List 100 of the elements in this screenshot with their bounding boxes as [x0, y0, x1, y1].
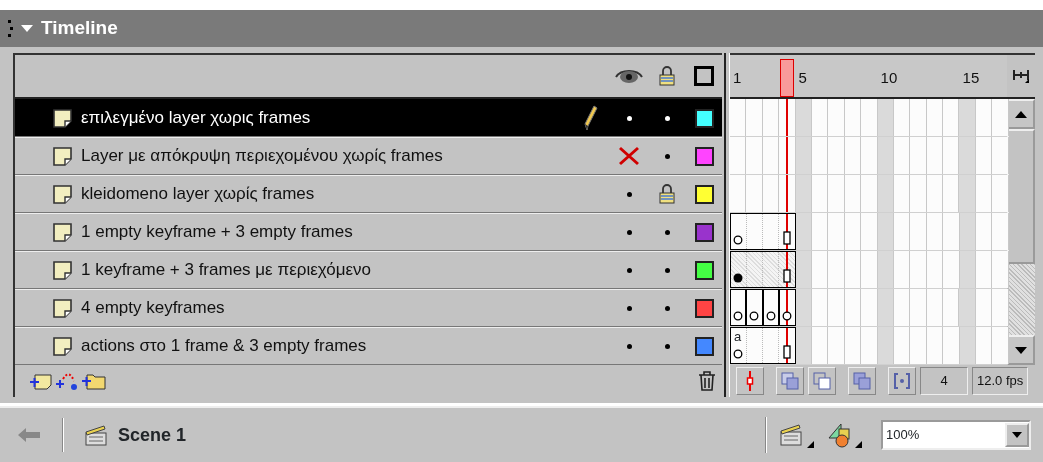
frame-span[interactable]: a: [730, 327, 796, 364]
frame-cell[interactable]: [779, 137, 796, 174]
eye-icon[interactable]: [615, 68, 643, 84]
scroll-down-button[interactable]: [1007, 335, 1035, 365]
frame-cell[interactable]: [992, 175, 1009, 212]
frame-cell[interactable]: [746, 99, 763, 136]
unlocked-dot[interactable]: [664, 229, 670, 235]
lock-icon[interactable]: [659, 66, 675, 86]
outline-color-swatch[interactable]: [694, 108, 714, 128]
visible-dot[interactable]: [626, 343, 632, 349]
frame-cell[interactable]: [861, 289, 878, 326]
frame-cell[interactable]: [943, 289, 960, 326]
frame-cell[interactable]: [861, 213, 878, 250]
frame-cell[interactable]: [828, 175, 845, 212]
motion-guide-icon[interactable]: [55, 371, 79, 391]
frame-cell[interactable]: [943, 327, 960, 364]
outline-icon[interactable]: [694, 66, 714, 86]
frame-cell[interactable]: [959, 137, 976, 174]
frame-cell[interactable]: [959, 175, 976, 212]
outline-color-swatch[interactable]: [694, 298, 714, 318]
frame-cell[interactable]: [910, 251, 927, 288]
visible-dot[interactable]: [626, 229, 632, 235]
frame-cell[interactable]: [861, 99, 878, 136]
frame-cell[interactable]: [992, 137, 1009, 174]
outline-color-swatch[interactable]: [694, 222, 714, 242]
frame-cell[interactable]: [828, 289, 845, 326]
edit-multiple-frames-button[interactable]: [848, 367, 876, 395]
frame-cell[interactable]: [828, 99, 845, 136]
collapse-arrow-icon[interactable]: [21, 24, 33, 33]
frame-cell[interactable]: [992, 289, 1009, 326]
frame-cell[interactable]: [992, 99, 1009, 136]
scroll-up-button[interactable]: [1007, 99, 1035, 129]
frame-span[interactable]: [730, 213, 796, 250]
visible-dot[interactable]: [626, 115, 632, 121]
frame-cell[interactable]: [943, 251, 960, 288]
frame-cell[interactable]: [779, 99, 796, 136]
frame-cell[interactable]: [910, 99, 927, 136]
frame-cell[interactable]: [943, 213, 960, 250]
onion-markers-button[interactable]: [888, 367, 916, 395]
frame-cell[interactable]: [730, 99, 747, 136]
hidden-x-icon[interactable]: [618, 146, 640, 166]
layer-row[interactable]: επιλεγμένο layer χωρις frames: [15, 99, 722, 137]
unlocked-dot[interactable]: [664, 305, 670, 311]
frame-span[interactable]: [746, 289, 763, 326]
unlocked-dot[interactable]: [664, 343, 670, 349]
outline-color-swatch[interactable]: [694, 336, 714, 356]
frame-cell[interactable]: [910, 289, 927, 326]
playhead[interactable]: [780, 59, 795, 97]
frame-cell[interactable]: [861, 327, 878, 364]
layer-row[interactable]: Layer με απόκρυψη περιεχομένου χωρίς frames: [15, 137, 722, 175]
frame-cell[interactable]: [943, 137, 960, 174]
frame-cell[interactable]: [828, 327, 845, 364]
visible-dot[interactable]: [626, 191, 632, 197]
layer-row[interactable]: 1 keyframe + 3 frames με περιεχόμενο: [15, 251, 722, 289]
frame-span[interactable]: [730, 251, 796, 288]
scene-icon[interactable]: [84, 424, 108, 446]
frame-cell[interactable]: [861, 137, 878, 174]
frame-cell[interactable]: [943, 175, 960, 212]
frame-span[interactable]: [730, 289, 747, 326]
frame-cell[interactable]: [910, 213, 927, 250]
layer-row[interactable]: 4 empty keyframes: [15, 289, 722, 327]
frame-cell[interactable]: [828, 137, 845, 174]
grip-icon[interactable]: [8, 19, 13, 38]
delete-layer-icon[interactable]: [698, 371, 716, 391]
layer-row[interactable]: 1 empty keyframe + 3 empty frames: [15, 213, 722, 251]
frame-cell[interactable]: [828, 251, 845, 288]
unlocked-dot[interactable]: [664, 115, 670, 121]
lock-icon[interactable]: [659, 184, 675, 204]
onion-skin-button[interactable]: [776, 367, 804, 395]
insert-layer-icon[interactable]: [29, 371, 53, 391]
frame-cell[interactable]: [910, 327, 927, 364]
visible-dot[interactable]: [626, 305, 632, 311]
frame-cell[interactable]: [861, 175, 878, 212]
frame-cell[interactable]: [730, 175, 747, 212]
frame-ruler[interactable]: 1 5 10 15: [730, 55, 1007, 97]
frame-cell[interactable]: [959, 289, 976, 326]
outline-color-swatch[interactable]: [694, 184, 714, 204]
center-frame-button[interactable]: [736, 367, 764, 395]
outline-color-swatch[interactable]: [694, 146, 714, 166]
frame-cell[interactable]: [828, 213, 845, 250]
visible-dot[interactable]: [626, 267, 632, 273]
frame-cell[interactable]: [992, 213, 1009, 250]
onion-outlines-button[interactable]: [808, 367, 836, 395]
insert-folder-icon[interactable]: [81, 371, 107, 391]
frame-cell[interactable]: [861, 251, 878, 288]
frame-span[interactable]: [779, 289, 796, 326]
frame-cell[interactable]: [959, 99, 976, 136]
frame-cell[interactable]: [746, 137, 763, 174]
frame-cell[interactable]: [943, 99, 960, 136]
frame-cell[interactable]: [992, 251, 1009, 288]
frame-cell[interactable]: [779, 175, 796, 212]
frame-cell[interactable]: [910, 137, 927, 174]
unlocked-dot[interactable]: [664, 267, 670, 273]
layer-row[interactable]: actions στο 1 frame & 3 empty frames: [15, 327, 722, 365]
center-frame-icon[interactable]: [1012, 68, 1030, 84]
vertical-scrollbar[interactable]: [1007, 99, 1035, 365]
frame-cell[interactable]: [910, 175, 927, 212]
zoom-select[interactable]: 100%: [881, 420, 1031, 450]
scroll-thumb[interactable]: [1007, 129, 1035, 264]
back-arrow-icon[interactable]: [18, 428, 42, 442]
